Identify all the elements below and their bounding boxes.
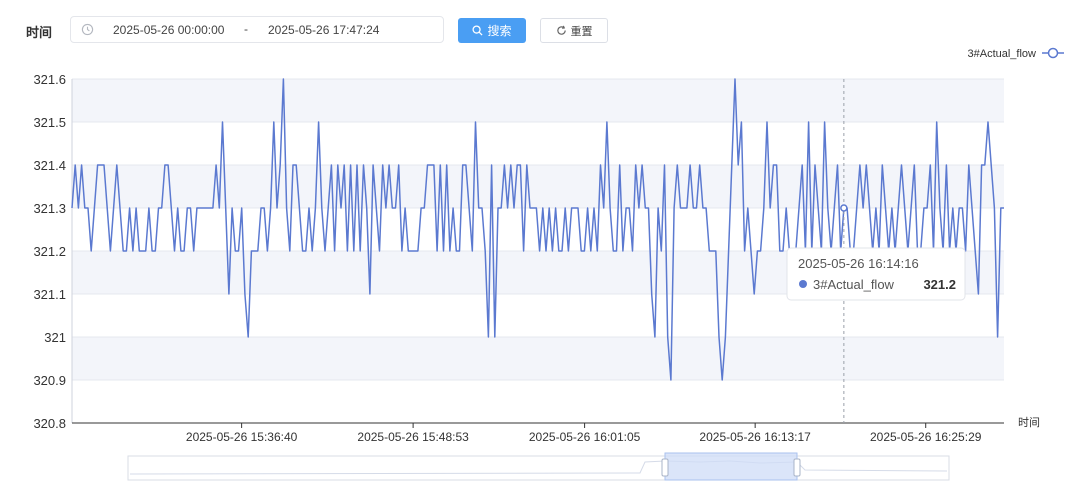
- y-tick-label: 321.5: [33, 115, 66, 130]
- x-tick-label: 2025-05-26 16:25:29: [870, 430, 982, 444]
- flow-line-chart: 321.6 321.5 321.4 321.3 321.2 321.1 321 320.9 32…: [33, 47, 1064, 481]
- y-tick-label: 321.4: [33, 158, 66, 173]
- zoom-track[interactable]: [127, 455, 950, 481]
- y-tick-label: 321.3: [33, 201, 66, 216]
- grid-band: [72, 337, 1004, 380]
- y-tick-label: 321: [44, 330, 66, 345]
- legend-marker-icon: [1047, 47, 1059, 59]
- tooltip-time: 2025-05-26 16:14:16: [798, 256, 919, 271]
- y-tick-label: 320.9: [33, 373, 66, 388]
- grid-band: [72, 79, 1004, 122]
- y-tick-label: 321.6: [33, 72, 66, 87]
- x-tick-label: 2025-05-26 15:36:40: [186, 430, 298, 444]
- y-tick-label: 321.2: [33, 244, 66, 259]
- tooltip-series-name: 3#Actual_flow: [813, 277, 895, 292]
- x-axis-title: 时间: [1018, 416, 1040, 429]
- tooltip-series-dot: [799, 280, 807, 288]
- legend-label[interactable]: 3#Actual_flow: [968, 48, 1037, 60]
- zoom-handle-right[interactable]: [793, 458, 801, 477]
- x-tick-label: 2025-05-26 16:13:17: [699, 430, 811, 444]
- grid-band: [72, 380, 1004, 423]
- zoom-handle-left[interactable]: [661, 458, 669, 477]
- tooltip-value: 321.2: [923, 277, 956, 292]
- x-tick-label: 2025-05-26 15:48:53: [357, 430, 469, 444]
- hover-point[interactable]: [840, 204, 848, 212]
- y-tick-label: 320.8: [33, 416, 66, 431]
- grid-band: [72, 122, 1004, 165]
- y-tick-label: 321.1: [33, 287, 66, 302]
- zoom-window[interactable]: [664, 452, 798, 481]
- x-tick-label: 2025-05-26 16:01:05: [529, 430, 641, 444]
